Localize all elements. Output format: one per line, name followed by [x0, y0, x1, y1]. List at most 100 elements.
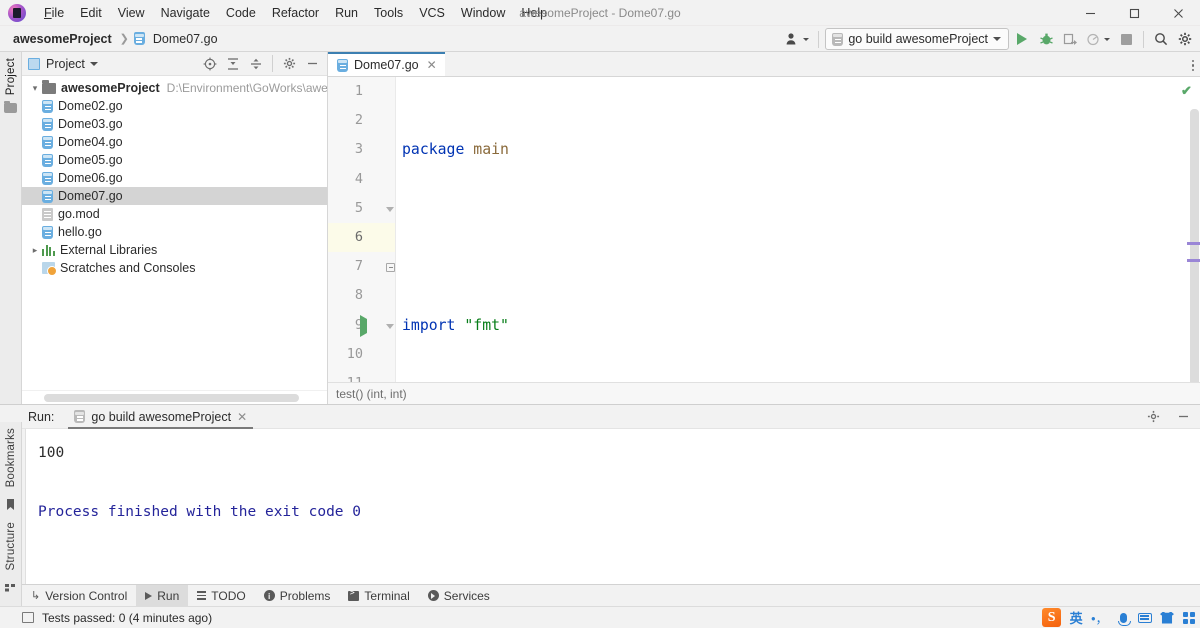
- go-file-icon: [42, 117, 53, 131]
- menu-item-code[interactable]: Code: [218, 3, 264, 23]
- go-file-icon: [74, 410, 86, 423]
- stop-button[interactable]: [1115, 28, 1137, 50]
- sidebar-item-bookmarks[interactable]: Bookmarks: [5, 428, 17, 487]
- tool-button-services[interactable]: Services: [419, 585, 499, 607]
- settings-button[interactable]: [1174, 28, 1196, 50]
- close-icon[interactable]: ✕: [427, 58, 437, 72]
- editor-vertical-scrollbar[interactable]: [1190, 109, 1199, 382]
- tree-row-dome03[interactable]: Dome03.go: [22, 115, 327, 133]
- editor-gutter[interactable]: 1 2 3 4 5 6 7 8 9 10 11: [328, 77, 396, 382]
- code-content[interactable]: package main import "fmt" func test() (i…: [396, 77, 1187, 382]
- scrollbar-thumb[interactable]: [44, 394, 299, 402]
- ime-language-mode[interactable]: 英: [1069, 608, 1083, 627]
- menu-item-vcs[interactable]: VCS: [411, 3, 453, 23]
- status-message[interactable]: Tests passed: 0 (4 minutes ago): [42, 611, 212, 625]
- checkmark-ok-icon[interactable]: ✔: [1181, 83, 1192, 99]
- editor-breadcrumb[interactable]: test() (int, int): [328, 382, 1200, 404]
- chevron-down-icon: [993, 37, 1001, 41]
- debug-button[interactable]: [1035, 28, 1057, 50]
- editor-options-button[interactable]: [1191, 59, 1194, 71]
- tool-button-label: Terminal: [364, 588, 410, 603]
- editor-right-gutter[interactable]: ✔: [1181, 77, 1200, 382]
- tree-row-scratches[interactable]: Scratches and Consoles: [22, 259, 327, 277]
- gutter-line: 1: [328, 77, 395, 106]
- close-button[interactable]: [1156, 0, 1200, 26]
- run-button[interactable]: [1011, 28, 1033, 50]
- run-gutter-icon[interactable]: [360, 314, 367, 337]
- close-icon[interactable]: ✕: [237, 410, 247, 424]
- code-editor[interactable]: 1 2 3 4 5 6 7 8 9 10 11 package main imp…: [328, 77, 1200, 382]
- tree-row-awesomeproject[interactable]: awesomeProject D:\Environment\GoWorks\aw…: [22, 79, 327, 97]
- chevron-down-icon[interactable]: [28, 83, 42, 94]
- menu-item-window[interactable]: Window: [453, 3, 513, 23]
- console-output[interactable]: 100 Process finished with the exit code …: [26, 429, 1200, 584]
- tool-button-terminal[interactable]: Terminal: [339, 585, 418, 607]
- menu-item-tools[interactable]: Tools: [366, 3, 411, 23]
- sidebar-item-project[interactable]: Project: [5, 58, 17, 95]
- menu-item-edit[interactable]: Edit: [72, 3, 110, 23]
- run-panel-body: » 100 Process finished with the exit cod…: [0, 429, 1200, 584]
- tree-row-dome07[interactable]: Dome07.go: [22, 187, 327, 205]
- title-bar: File Edit View Navigate Code Refactor Ru…: [0, 0, 1200, 26]
- menu-item-refactor[interactable]: Refactor: [264, 3, 327, 23]
- breadcrumb-file[interactable]: Dome07.go: [150, 31, 221, 47]
- sidebar-item-structure[interactable]: Structure: [5, 522, 17, 570]
- project-panel-title: Project: [46, 56, 85, 71]
- fold-collapse-icon[interactable]: [386, 263, 395, 273]
- left-tool-strip: Project: [0, 52, 22, 404]
- tree-row-dome04[interactable]: Dome04.go: [22, 133, 327, 151]
- chevron-right-icon[interactable]: [28, 245, 42, 256]
- chevron-down-icon[interactable]: [89, 61, 98, 66]
- collapse-all-button[interactable]: [245, 53, 267, 75]
- profiler-button[interactable]: [1083, 28, 1113, 50]
- maximize-button[interactable]: [1112, 0, 1156, 26]
- branch-icon: ↳: [31, 590, 41, 602]
- ime-punctuation-toggle[interactable]: •，: [1091, 608, 1108, 627]
- ime-skin[interactable]: [1160, 611, 1174, 624]
- tool-button-run[interactable]: Run: [136, 584, 189, 607]
- ime-voice-input[interactable]: [1116, 612, 1131, 626]
- services-icon: [427, 590, 439, 601]
- line-number: 2: [354, 112, 363, 129]
- hide-run-panel-button[interactable]: [1172, 406, 1194, 428]
- expand-all-button[interactable]: [222, 53, 244, 75]
- project-view-icon: [28, 57, 40, 70]
- ime-soft-keyboard[interactable]: [1138, 612, 1152, 623]
- ime-toolbox[interactable]: [1182, 611, 1196, 624]
- fold-collapse-icon[interactable]: [386, 206, 394, 212]
- tree-row-dome05[interactable]: Dome05.go: [22, 151, 327, 169]
- project-folder-icon[interactable]: [4, 100, 17, 114]
- run-with-coverage-button[interactable]: [1059, 28, 1081, 50]
- tree-row-external-libraries[interactable]: External Libraries: [22, 241, 327, 259]
- run-panel-tab[interactable]: go build awesomeProject ✕: [68, 406, 254, 429]
- panel-settings-button[interactable]: [278, 53, 300, 75]
- minimize-button[interactable]: [1068, 0, 1112, 26]
- fold-collapse-icon[interactable]: [386, 323, 394, 329]
- editor-tab-dome07[interactable]: Dome07.go ✕: [328, 52, 445, 76]
- project-tree[interactable]: awesomeProject D:\Environment\GoWorks\aw…: [22, 76, 327, 390]
- menu-item-navigate[interactable]: Navigate: [153, 3, 218, 23]
- tool-button-problems[interactable]: i Problems: [255, 585, 340, 607]
- run-panel-settings-button[interactable]: [1142, 406, 1164, 428]
- go-file-icon: [42, 153, 53, 167]
- gutter-line: 4: [328, 165, 395, 194]
- tree-row-hello[interactable]: hello.go: [22, 223, 327, 241]
- menu-item-help[interactable]: Help: [513, 3, 555, 23]
- breadcrumb-project[interactable]: awesomeProject: [10, 31, 115, 47]
- hide-panel-button[interactable]: [301, 53, 323, 75]
- tree-row-dome02[interactable]: Dome02.go: [22, 97, 327, 115]
- search-everywhere-button[interactable]: [1150, 28, 1172, 50]
- run-configuration-selector[interactable]: go build awesomeProject: [825, 28, 1009, 50]
- tool-button-version-control[interactable]: ↳ Version Control: [22, 585, 136, 607]
- select-opened-file-button[interactable]: [199, 53, 221, 75]
- tool-button-todo[interactable]: TODO: [188, 585, 254, 607]
- user-account-icon[interactable]: [782, 28, 812, 50]
- project-horizontal-scrollbar[interactable]: [22, 390, 327, 404]
- menu-item-run[interactable]: Run: [327, 3, 366, 23]
- tree-row-gomod[interactable]: go.mod: [22, 205, 327, 223]
- sogou-ime-logo[interactable]: S: [1042, 608, 1062, 627]
- tool-button-label: Problems: [279, 588, 331, 603]
- menu-item-view[interactable]: View: [110, 3, 153, 23]
- menu-item-file[interactable]: File: [36, 3, 72, 23]
- tree-row-dome06[interactable]: Dome06.go: [22, 169, 327, 187]
